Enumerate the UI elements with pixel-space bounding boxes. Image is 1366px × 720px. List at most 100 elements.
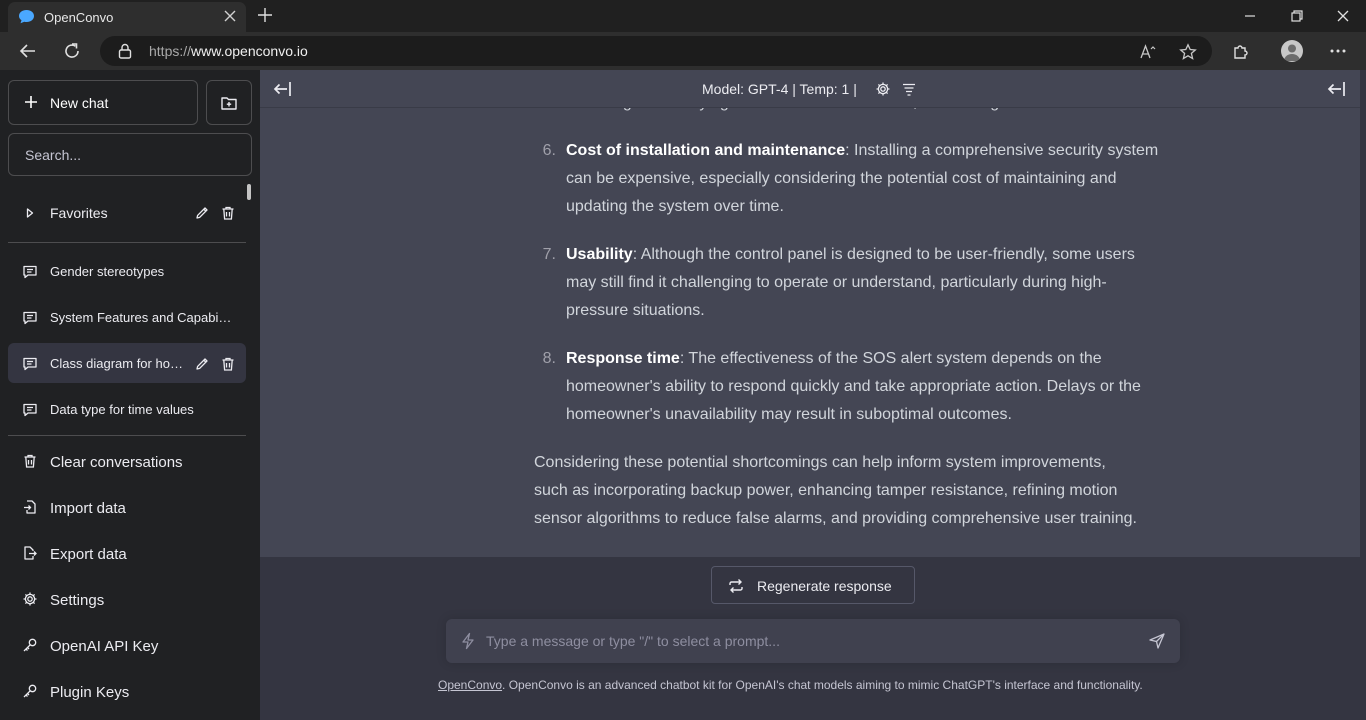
regenerate-label: Regenerate response (757, 578, 892, 594)
plus-icon (25, 96, 37, 108)
search-conversations-input[interactable] (8, 133, 252, 176)
clear-conversations-label: Clear conversations (50, 454, 183, 471)
message-paragraph: Considering these potential shortcomings… (534, 449, 1194, 533)
key-icon (23, 638, 37, 652)
import-data-button[interactable]: Import data (8, 487, 246, 527)
model-info[interactable]: Model: GPT-4 | Temp: 1 | (702, 81, 857, 97)
gear-icon[interactable] (875, 81, 891, 97)
list-item-text: can be expensive, especially considering… (566, 170, 1117, 187)
export-data-label: Export data (50, 546, 127, 563)
list-number: 7. (542, 246, 556, 263)
folder-favorites[interactable]: Favorites (8, 194, 246, 232)
restore-window-icon[interactable] (1289, 8, 1305, 24)
list-item-title: Usability (566, 246, 633, 263)
lock-icon[interactable] (118, 43, 132, 59)
export-data-button[interactable]: Export data (8, 533, 246, 573)
openconvo-link[interactable]: OpenConvo (438, 678, 502, 692)
address-bar[interactable]: https://www.openconvo.io (100, 36, 1212, 66)
conversation-item-selected[interactable]: Class diagram for home security (8, 343, 246, 383)
url-host: www.openconvo.io (191, 43, 308, 59)
message-icon (23, 357, 37, 371)
chat-message-area: removing or destroying the sensors and c… (260, 70, 1360, 557)
close-tab-icon[interactable] (222, 8, 238, 24)
repeat-icon (729, 579, 743, 593)
file-import-icon (24, 500, 36, 514)
list-item-title: Cost of installation and maintenance (566, 142, 846, 159)
minimize-window-icon[interactable] (1242, 8, 1258, 24)
list-item-title: Response time (566, 350, 680, 367)
new-chat-button[interactable]: New chat (8, 80, 198, 125)
new-tab-icon[interactable] (256, 6, 274, 24)
sidebar-divider (8, 435, 246, 436)
back-arrow-icon[interactable] (18, 41, 38, 61)
footer-note: OpenConvo. OpenConvo is an advanced chat… (438, 678, 1143, 692)
conversation-label: Class diagram for home security (50, 356, 186, 371)
browser-tab[interactable]: OpenConvo (8, 2, 246, 32)
chat-header: Model: GPT-4 | Temp: 1 | (260, 70, 1360, 108)
list-item-text: : The effectiveness of the SOS alert sys… (679, 350, 1102, 367)
clear-lines-icon[interactable] (901, 81, 917, 97)
plugin-keys-label: Plugin Keys (50, 684, 130, 701)
message-composer[interactable]: Type a message or type "/" to select a p… (446, 619, 1180, 663)
trash-icon[interactable] (220, 356, 236, 372)
send-icon[interactable] (1148, 632, 1166, 650)
settings-button[interactable]: Settings (8, 579, 246, 619)
list-item-text: : Although the control panel is designed… (632, 246, 1135, 263)
key-icon (23, 684, 37, 698)
conversation-item[interactable]: System Features and Capabilities (8, 297, 246, 337)
pencil-icon[interactable] (194, 356, 210, 372)
message-input-placeholder[interactable]: Type a message or type "/" to select a p… (486, 633, 780, 649)
pencil-icon[interactable] (194, 205, 210, 221)
conversation-label: Gender stereotypes (50, 264, 165, 279)
collapse-promptbar-icon[interactable] (1326, 80, 1346, 98)
import-data-label: Import data (50, 500, 126, 517)
favorite-star-icon[interactable] (1179, 43, 1197, 61)
gear-icon (23, 592, 37, 606)
list-item-text: may still find it challenging to operate… (566, 274, 1107, 291)
more-menu-icon[interactable] (1328, 41, 1348, 61)
settings-label: Settings (50, 592, 105, 609)
folder-label: Favorites (50, 205, 108, 221)
list-item-text: homeowner's ability to respond quickly a… (566, 378, 1141, 395)
openconvo-favicon-icon (19, 10, 34, 24)
extensions-icon[interactable] (1231, 41, 1251, 61)
close-window-icon[interactable] (1335, 8, 1351, 24)
message-icon (23, 311, 37, 325)
trash-icon[interactable] (220, 205, 236, 221)
bolt-icon[interactable] (460, 632, 476, 650)
trash-icon (24, 454, 36, 468)
clear-conversations-button[interactable]: Clear conversations (8, 441, 246, 481)
chat-sidebar: New chat Favorites Gender stereotypes (0, 70, 260, 720)
url-text[interactable]: https://www.openconvo.io (149, 43, 308, 59)
conversation-label: System Features and Capabilities (50, 310, 234, 325)
conversation-item[interactable]: Gender stereotypes (8, 251, 246, 291)
new-chat-label: New chat (50, 95, 109, 111)
list-item-text: pressure situations. (566, 302, 705, 319)
footer-text: . OpenConvo is an advanced chatbot kit f… (502, 678, 1143, 692)
message-text: such as incorporating backup power, enha… (534, 482, 1118, 499)
sidebar-scrollbar[interactable] (247, 184, 251, 200)
profile-avatar[interactable] (1281, 40, 1303, 62)
new-folder-button[interactable] (206, 80, 252, 125)
plugin-keys-button[interactable]: Plugin Keys (8, 671, 246, 711)
browser-titlebar: OpenConvo (0, 0, 1366, 32)
list-number: 8. (542, 350, 556, 367)
openai-api-key-label: OpenAI API Key (50, 638, 159, 655)
caret-right-icon[interactable] (24, 207, 36, 219)
conversation-item[interactable]: Data type for time values (8, 389, 246, 429)
message-icon (23, 403, 37, 417)
refresh-icon[interactable] (62, 41, 82, 61)
openai-api-key-button[interactable]: OpenAI API Key (8, 625, 246, 665)
tab-title: OpenConvo (44, 10, 114, 25)
chat-main: removing or destroying the sensors and c… (260, 70, 1366, 720)
sidebar-divider (8, 242, 246, 243)
chat-scrollbar[interactable] (1360, 70, 1366, 557)
list-number: 6. (542, 142, 556, 159)
user-icon (1284, 44, 1300, 61)
regenerate-response-button[interactable]: Regenerate response (711, 566, 915, 604)
list-item-text: : Installing a comprehensive security sy… (845, 142, 1159, 159)
conversation-label: Data type for time values (50, 402, 194, 417)
browser-toolbar: https://www.openconvo.io (0, 32, 1366, 70)
collapse-sidebar-icon[interactable] (272, 80, 292, 98)
read-aloud-icon[interactable] (1139, 43, 1157, 61)
